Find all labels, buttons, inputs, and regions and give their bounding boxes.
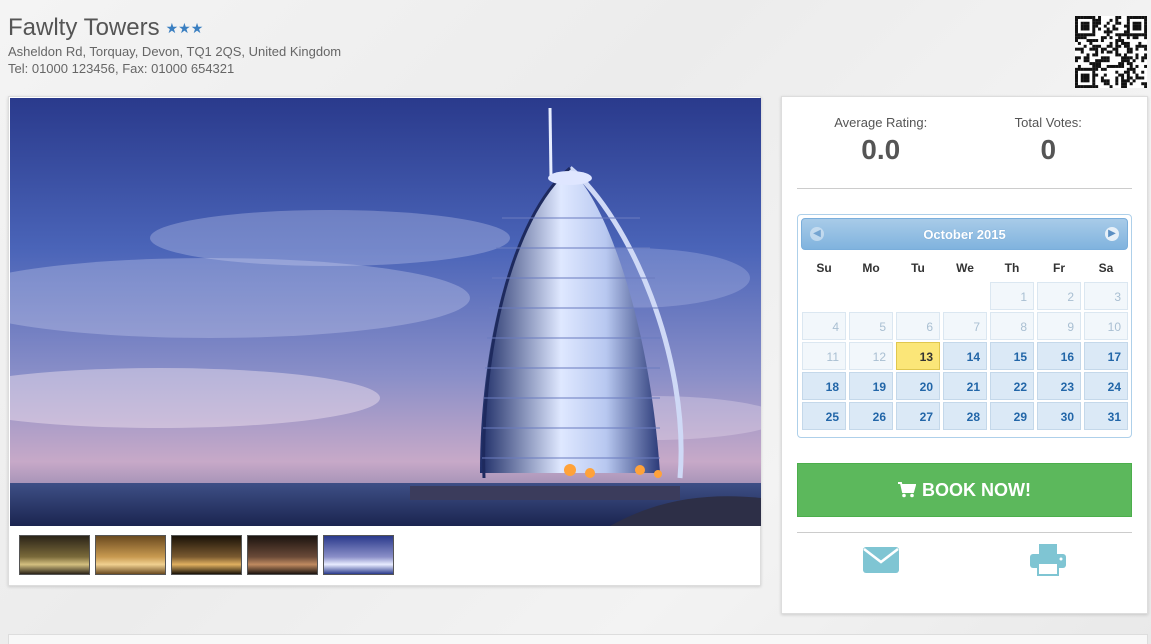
calendar-day: 2 xyxy=(1037,282,1081,310)
calendar-day: 11 xyxy=(802,342,846,370)
calendar-day: 8 xyxy=(990,312,1034,340)
calendar-day[interactable]: 18 xyxy=(802,372,846,400)
calendar-day[interactable]: 15 xyxy=(990,342,1034,370)
calendar-day[interactable]: 27 xyxy=(896,402,940,430)
calendar-day: 9 xyxy=(1037,312,1081,340)
calendar-day: 12 xyxy=(849,342,893,370)
calendar-day[interactable]: 16 xyxy=(1037,342,1081,370)
main-photo[interactable] xyxy=(10,98,761,526)
calendar-day[interactable]: 23 xyxy=(1037,372,1081,400)
availability-calendar: ◀ October 2015 ▶ Su Mo Tu We Th Fr Sa 1 2 3 4 5 6 7 8 9… xyxy=(797,214,1132,438)
weekday-header: We xyxy=(956,261,974,275)
calendar-empty-cell xyxy=(943,282,987,310)
weekday-header: Tu xyxy=(911,261,925,275)
action-row xyxy=(797,543,1132,577)
calendar-day: 4 xyxy=(802,312,846,340)
book-now-label: BOOK NOW! xyxy=(922,479,1031,500)
calendar-day: 7 xyxy=(943,312,987,340)
calendar-month-title: October 2015 xyxy=(923,226,1006,242)
average-rating-label: Average Rating: xyxy=(834,115,928,130)
gallery-thumbnail[interactable] xyxy=(95,535,166,575)
total-votes-value: 0 xyxy=(1040,134,1057,165)
weekday-header: Sa xyxy=(1098,261,1114,275)
booking-sidebar: Average Rating: 0.0 Total Votes: 0 ◀ Oct… xyxy=(781,96,1148,614)
total-votes-label: Total Votes: xyxy=(1014,115,1082,130)
shopping-cart-icon xyxy=(898,482,916,498)
gallery-thumbnail[interactable] xyxy=(19,535,90,575)
prev-month-icon[interactable]: ◀ xyxy=(810,227,824,241)
hotel-header: Fawlty Towers ★★★ Asheldon Rd, Torquay, … xyxy=(8,14,341,76)
weekday-header: Su xyxy=(816,261,832,275)
calendar-day[interactable]: 31 xyxy=(1084,402,1128,430)
calendar-day: 5 xyxy=(849,312,893,340)
calendar-day[interactable]: 30 xyxy=(1037,402,1081,430)
calendar-day: 6 xyxy=(896,312,940,340)
calendar-day: 3 xyxy=(1084,282,1128,310)
hotel-title: Fawlty Towers ★★★ xyxy=(8,14,341,42)
calendar-day[interactable]: 20 xyxy=(896,372,940,400)
calendar-empty-cell xyxy=(802,282,846,310)
weekday-header: Mo xyxy=(862,261,880,275)
average-rating-value: 0.0 xyxy=(861,134,901,165)
photo-gallery xyxy=(8,96,761,586)
content-section xyxy=(8,634,1148,644)
calendar-day[interactable]: 21 xyxy=(943,372,987,400)
calendar-empty-cell xyxy=(849,282,893,310)
calendar-day[interactable]: 24 xyxy=(1084,372,1128,400)
calendar-empty-cell xyxy=(896,282,940,310)
calendar-day: 1 xyxy=(990,282,1034,310)
next-month-icon[interactable]: ▶ xyxy=(1105,227,1119,241)
divider xyxy=(797,532,1132,533)
gallery-thumbnail[interactable] xyxy=(171,535,242,575)
divider xyxy=(797,188,1132,189)
calendar-grid: Su Mo Tu We Th Fr Sa 1 2 3 4 5 6 7 8 9 10 11 12 13 14 15 16 17 1… xyxy=(801,256,1128,430)
calendar-day[interactable]: 28 xyxy=(943,402,987,430)
calendar-day[interactable]: 17 xyxy=(1084,342,1128,370)
hotel-contact: Tel: 01000 123456, Fax: 01000 654321 xyxy=(8,61,235,76)
rating-summary: Average Rating: 0.0 Total Votes: 0 xyxy=(797,115,1132,166)
calendar-day[interactable]: 13 xyxy=(896,342,940,370)
weekday-header: Fr xyxy=(1053,261,1065,275)
hotel-name: Fawlty Towers xyxy=(8,14,160,41)
star-rating-icon: ★★★ xyxy=(165,19,204,36)
calendar-day: 10 xyxy=(1084,312,1128,340)
weekday-header: Th xyxy=(1004,261,1020,275)
envelope-icon[interactable] xyxy=(861,543,901,577)
book-now-button[interactable]: BOOK NOW! xyxy=(797,463,1132,517)
calendar-header: ◀ October 2015 ▶ xyxy=(801,218,1128,250)
calendar-day[interactable]: 14 xyxy=(943,342,987,370)
calendar-day[interactable]: 22 xyxy=(990,372,1034,400)
total-votes: Total Votes: 0 xyxy=(965,115,1133,166)
printer-icon[interactable] xyxy=(1028,543,1068,577)
average-rating: Average Rating: 0.0 xyxy=(797,115,965,166)
calendar-day[interactable]: 29 xyxy=(990,402,1034,430)
gallery-thumbnail[interactable] xyxy=(247,535,318,575)
qr-code-icon xyxy=(1075,16,1147,88)
thumbnail-strip xyxy=(19,535,394,575)
hotel-address: Asheldon Rd, Torquay, Devon, TQ1 2QS, Un… xyxy=(8,44,342,59)
gallery-thumbnail[interactable] xyxy=(323,535,394,575)
calendar-day[interactable]: 25 xyxy=(802,402,846,430)
calendar-day[interactable]: 19 xyxy=(849,372,893,400)
calendar-day[interactable]: 26 xyxy=(849,402,893,430)
